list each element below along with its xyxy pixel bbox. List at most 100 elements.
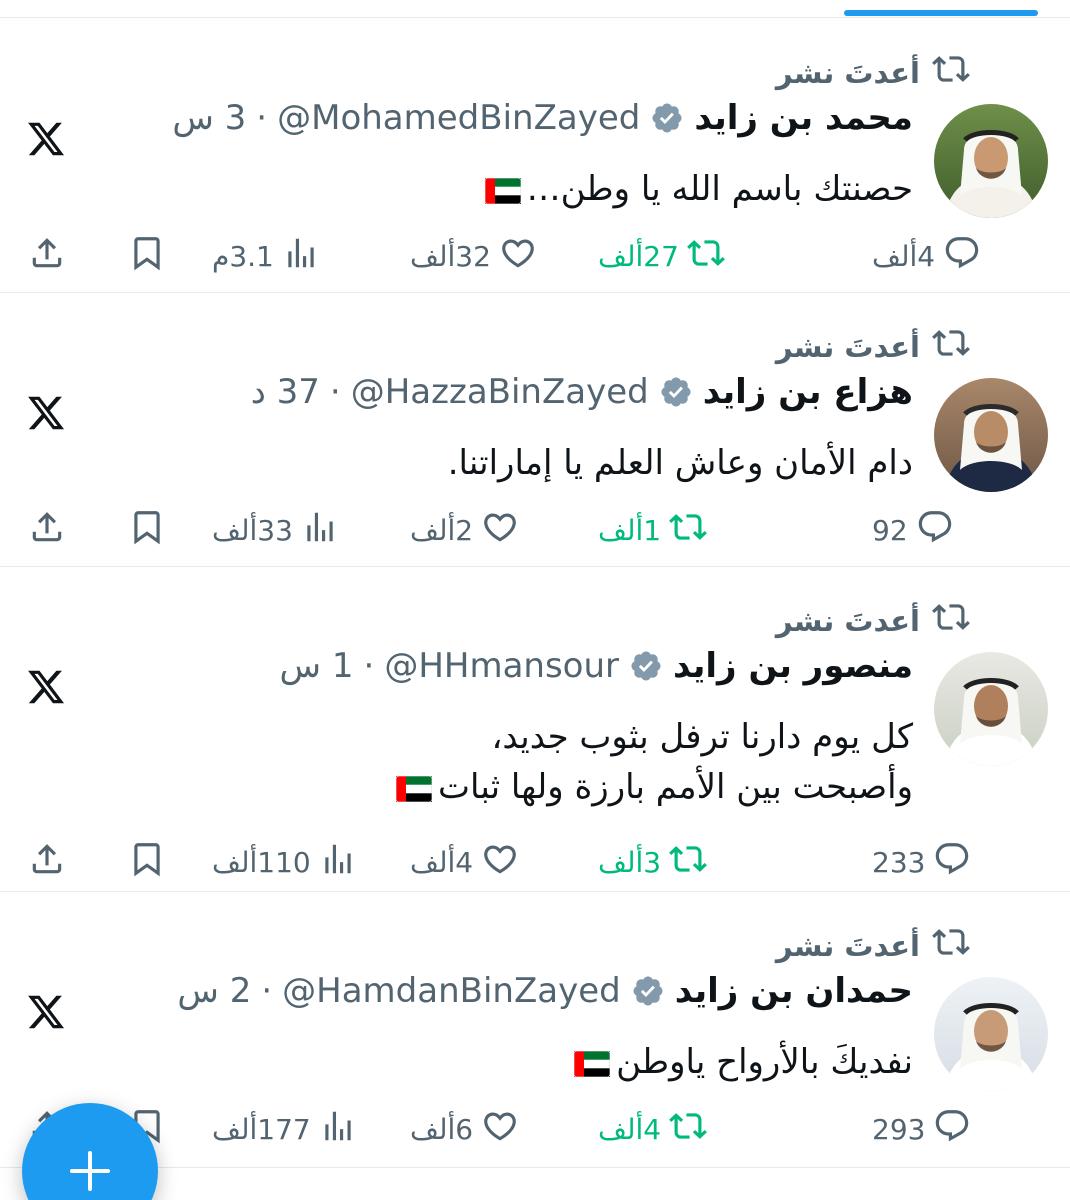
like-button[interactable]: 6ألف [410, 1107, 519, 1152]
meta-separator: · [261, 971, 273, 1011]
author-handle[interactable]: @MohamedBinZayed [277, 98, 640, 138]
repost-button[interactable]: 1ألف [598, 508, 708, 553]
share-icon [28, 508, 66, 553]
tweet-actions: 4ألف 27ألف 32ألف 3.1م [0, 234, 1070, 284]
tweet-time[interactable]: 1 س [280, 646, 354, 686]
avatar[interactable] [934, 652, 1048, 766]
repost-icon [687, 234, 725, 279]
reply-icon [933, 840, 971, 885]
like-count: 6ألف [410, 1113, 474, 1146]
repost-count: 27ألف [598, 240, 679, 273]
avatar[interactable] [934, 104, 1048, 218]
tweet-card[interactable]: أعدتَ نشر محمد بن زايد @MohamedBinZayed … [0, 18, 1070, 293]
bookmark-icon [128, 234, 166, 279]
reposted-label: أعدتَ نشر [775, 603, 920, 638]
share-icon [28, 234, 66, 279]
view-count: 33ألف [212, 514, 293, 547]
avatar[interactable] [934, 378, 1048, 492]
reposted-indicator: أعدتَ نشر [776, 598, 970, 643]
views-button[interactable]: 177ألف [212, 1107, 357, 1152]
reposted-label: أعدتَ نشر [775, 55, 920, 90]
active-tab-indicator[interactable] [844, 10, 1038, 16]
tweet-actions: 233 3ألف 4ألف 110ألف [0, 840, 1070, 890]
like-count: 4ألف [410, 846, 474, 879]
tweet-header: منصور بن زايد @HHmansour · 1 س [280, 646, 913, 686]
repost-count: 1ألف [598, 514, 662, 547]
reply-icon [916, 508, 954, 553]
like-button[interactable]: 32ألف [410, 234, 537, 279]
repost-icon [932, 324, 970, 369]
views-icon [319, 840, 357, 885]
like-button[interactable]: 2ألف [410, 508, 519, 553]
tweet-header: هزاع بن زايد @HazzaBinZayed · 37 د [251, 372, 913, 412]
tweet-card-partial[interactable] [0, 1166, 1070, 1200]
reposted-label: أعدتَ نشر [775, 329, 920, 364]
tweet-card[interactable]: أعدتَ نشر هزاع بن زايد @HazzaBinZayed · … [0, 292, 1070, 567]
author-name[interactable]: حمدان بن زايد [675, 971, 913, 1011]
share-button[interactable] [28, 508, 66, 553]
repost-icon [669, 508, 708, 553]
author-handle[interactable]: @HazzaBinZayed [351, 372, 649, 412]
views-icon [282, 234, 320, 279]
bookmark-icon [128, 508, 166, 553]
author-name[interactable]: منصور بن زايد [673, 646, 913, 686]
avatar[interactable] [934, 977, 1048, 1091]
repost-count: 3ألف [598, 846, 662, 879]
tweet-time[interactable]: 37 د [251, 372, 320, 412]
tweet-time[interactable]: 3 س [172, 98, 246, 138]
reply-icon [943, 234, 981, 279]
tweet-actions: 293 4ألف 6ألف 177ألف [0, 1107, 1070, 1157]
repost-count: 4ألف [598, 1113, 662, 1146]
tweet-text: حصنتك باسم الله يا وطن… [479, 164, 913, 214]
author-name[interactable]: هزاع بن زايد [703, 372, 913, 412]
tweet-card[interactable]: أعدتَ نشر حمدان بن زايد @HamdanBinZayed … [0, 891, 1070, 1168]
repost-icon [932, 598, 970, 643]
tweet-time[interactable]: 2 س [177, 971, 251, 1011]
x-logo-icon[interactable] [26, 667, 66, 707]
heart-icon [481, 1107, 519, 1152]
bookmark-button[interactable] [128, 234, 166, 279]
repost-icon [669, 1107, 708, 1152]
repost-button[interactable]: 3ألف [598, 840, 708, 885]
reply-count: 233 [872, 846, 926, 879]
repost-icon [932, 923, 970, 968]
view-count: 177ألف [212, 1113, 311, 1146]
tweet-text-line: نفديكَ بالأرواح ياوطن [568, 1037, 913, 1087]
reply-button[interactable]: 4ألف [872, 234, 981, 279]
author-name[interactable]: محمد بن زايد [694, 98, 913, 138]
views-button[interactable]: 110ألف [212, 840, 357, 885]
meta-separator: · [256, 98, 268, 138]
author-handle[interactable]: @HHmansour [384, 646, 619, 686]
tab-strip [0, 0, 1070, 18]
tweet-card[interactable]: أعدتَ نشر منصور بن زايد @HHmansour · 1 س… [0, 566, 1070, 892]
reply-button[interactable]: 233 [872, 840, 971, 885]
meta-separator: · [363, 646, 375, 686]
heart-icon [499, 234, 537, 279]
bookmark-button[interactable] [128, 508, 166, 553]
tweet-text: نفديكَ بالأرواح ياوطن [568, 1037, 913, 1087]
like-count: 32ألف [410, 240, 491, 273]
author-handle[interactable]: @HamdanBinZayed [282, 971, 621, 1011]
x-logo-icon[interactable] [26, 119, 66, 159]
x-logo-icon[interactable] [26, 393, 66, 433]
reply-count: 4ألف [872, 240, 936, 273]
repost-icon [932, 50, 970, 95]
views-button[interactable]: 33ألف [212, 508, 339, 553]
uae-flag-emoji [568, 1042, 616, 1082]
view-count: 3.1م [212, 240, 274, 273]
reply-button[interactable]: 92 [872, 508, 954, 553]
share-button[interactable] [28, 840, 66, 885]
bookmark-button[interactable] [128, 840, 166, 885]
x-logo-icon[interactable] [26, 992, 66, 1032]
meta-separator: · [329, 372, 341, 412]
reply-button[interactable]: 293 [872, 1107, 971, 1152]
share-button[interactable] [28, 234, 66, 279]
like-button[interactable]: 4ألف [410, 840, 519, 885]
repost-icon [669, 840, 708, 885]
tweet-actions: 92 1ألف 2ألف 33ألف [0, 508, 1070, 558]
view-count: 110ألف [212, 846, 311, 879]
verified-badge-icon [650, 101, 684, 135]
repost-button[interactable]: 4ألف [598, 1107, 708, 1152]
repost-button[interactable]: 27ألف [598, 234, 725, 279]
views-button[interactable]: 3.1م [212, 234, 320, 279]
